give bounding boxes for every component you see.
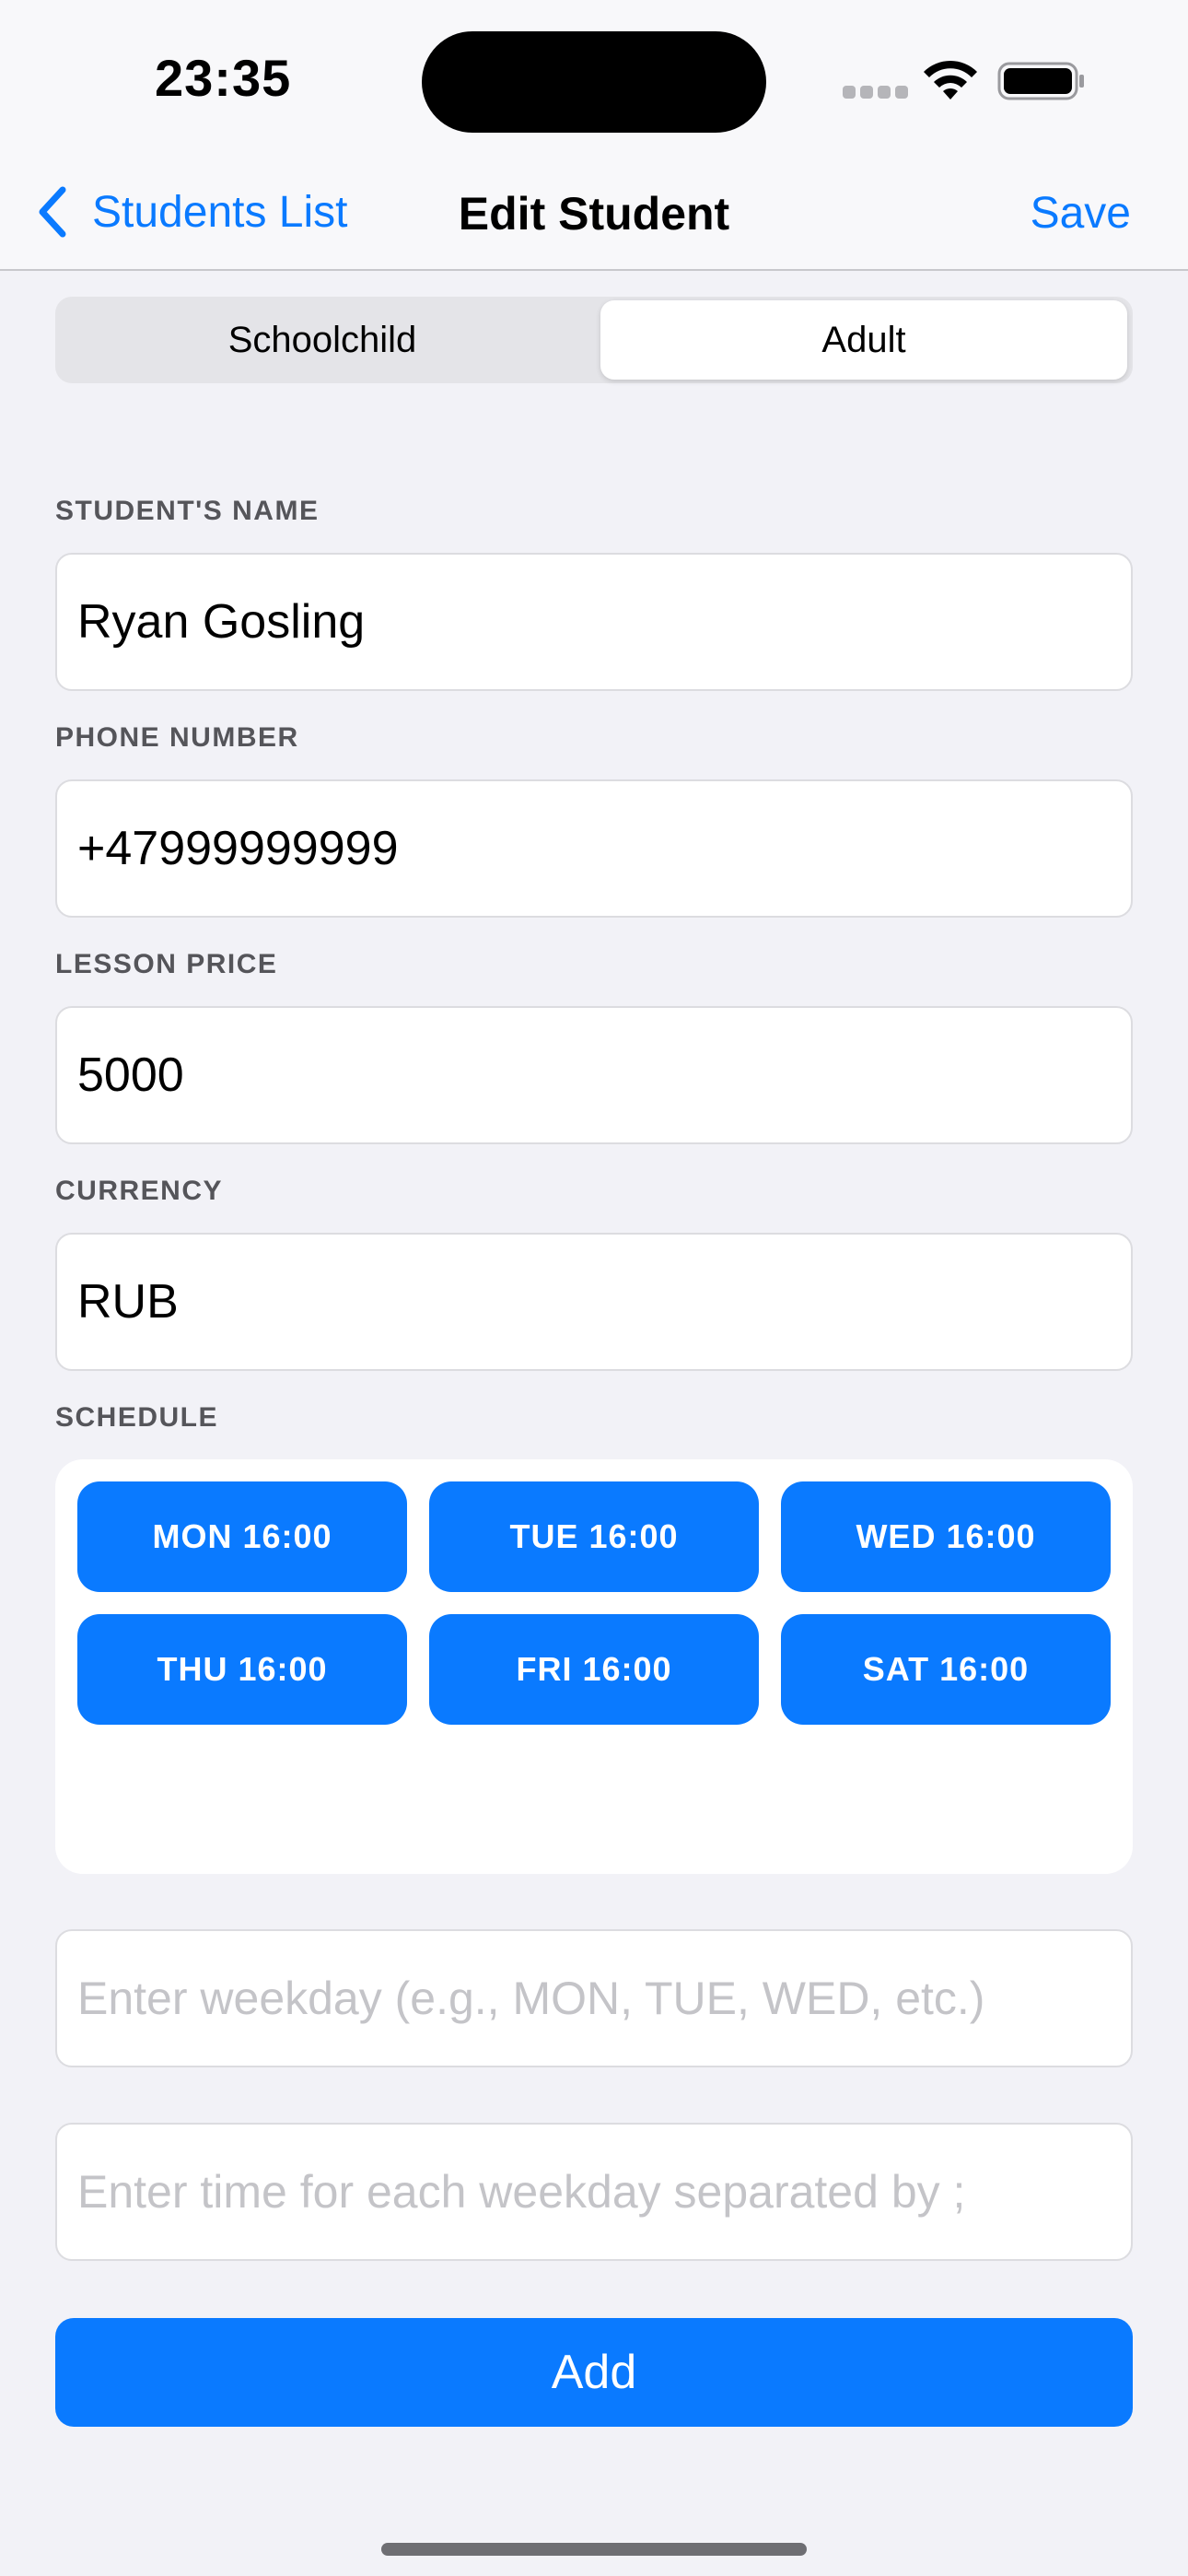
home-indicator xyxy=(381,2543,807,2556)
schedule-chip-tue[interactable]: TUE 16:00 xyxy=(429,1481,759,1592)
name-section-label: STUDENT'S NAME xyxy=(55,496,320,526)
weekday-input[interactable]: Enter weekday (e.g., MON, TUE, WED, etc.… xyxy=(55,1929,1133,2067)
time-input[interactable]: Enter time for each weekday separated by… xyxy=(55,2123,1133,2261)
student-type-segmented-control: Schoolchild Adult xyxy=(55,297,1133,383)
status-bar: 23:35 xyxy=(0,0,1188,157)
save-button[interactable]: Save xyxy=(1031,177,1131,251)
schedule-section-label: SCHEDULE xyxy=(55,1402,219,1433)
schedule-card: MON 16:00 TUE 16:00 WED 16:00 THU 16:00 … xyxy=(55,1459,1133,1874)
battery-icon xyxy=(997,62,1084,100)
currency-section-label: CURRENCY xyxy=(55,1176,224,1206)
schedule-chip-fri[interactable]: FRI 16:00 xyxy=(429,1614,759,1725)
segment-schoolchild[interactable]: Schoolchild xyxy=(59,300,586,380)
navigation-bar: Students List Edit Student Save xyxy=(0,157,1188,271)
schedule-chip-mon[interactable]: MON 16:00 xyxy=(77,1481,407,1592)
cellular-signal-icon xyxy=(843,86,908,99)
add-button[interactable]: Add xyxy=(55,2318,1133,2427)
student-name-field[interactable]: Ryan Gosling xyxy=(55,553,1133,691)
wifi-icon xyxy=(924,60,977,100)
segment-adult[interactable]: Adult xyxy=(600,300,1127,380)
status-time: 23:35 xyxy=(155,49,292,107)
schedule-chip-sat[interactable]: SAT 16:00 xyxy=(781,1614,1111,1725)
price-section-label: LESSON PRICE xyxy=(55,949,278,979)
lesson-price-field[interactable]: 5000 xyxy=(55,1006,1133,1144)
schedule-chip-wed[interactable]: WED 16:00 xyxy=(781,1481,1111,1592)
phone-section-label: PHONE NUMBER xyxy=(55,722,299,753)
currency-field[interactable]: RUB xyxy=(55,1233,1133,1371)
edit-student-screen: 23:35 Students List Edit Student Save Sc… xyxy=(0,0,1188,2576)
phone-number-field[interactable]: +47999999999 xyxy=(55,779,1133,918)
schedule-chip-thu[interactable]: THU 16:00 xyxy=(77,1614,407,1725)
page-title: Edit Student xyxy=(458,188,730,240)
dynamic-island xyxy=(422,31,766,133)
